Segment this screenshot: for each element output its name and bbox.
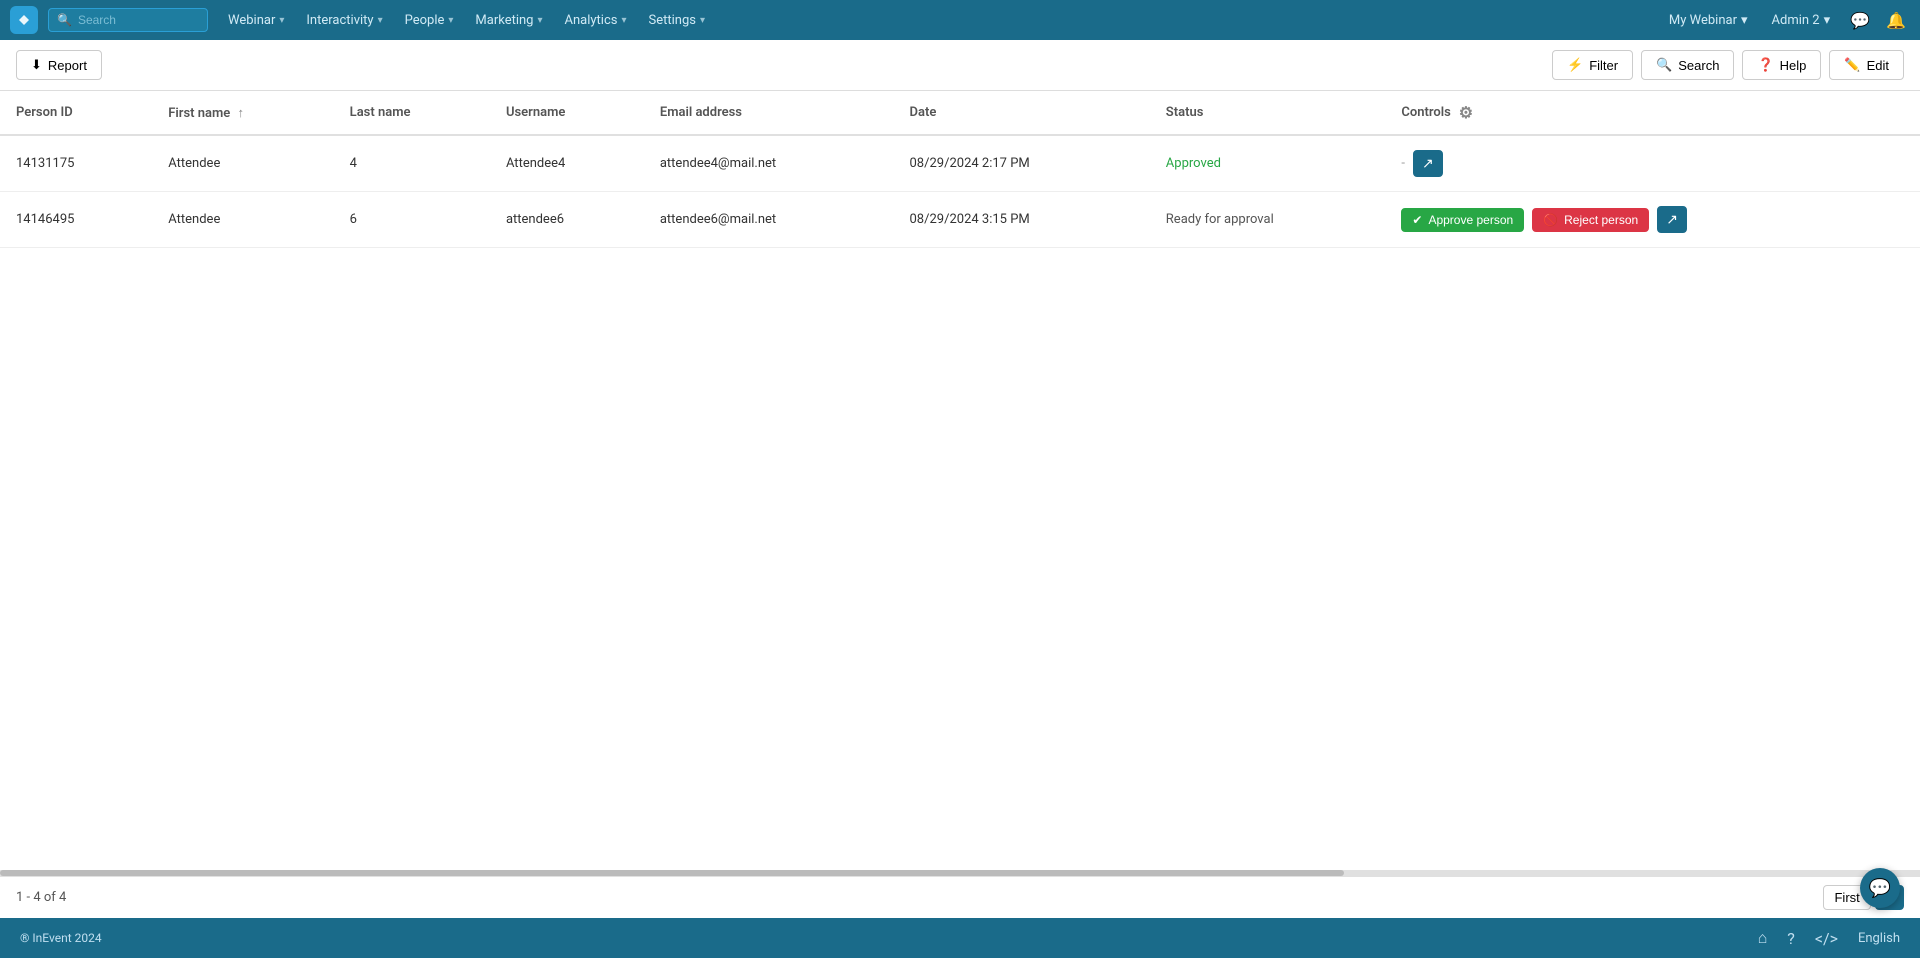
col-status: Status xyxy=(1150,91,1386,135)
col-controls: Controls ⚙ xyxy=(1385,91,1920,134)
cell-controls: -↗ xyxy=(1385,136,1920,191)
no-controls: - xyxy=(1401,156,1405,171)
top-navigation: 🔍 Webinar ▾ Interactivity ▾ People ▾ Mar… xyxy=(0,0,1920,40)
pagination-info: 1 - 4 of 4 xyxy=(16,890,66,905)
home-icon[interactable]: ⌂ xyxy=(1758,928,1768,948)
cell-first-name: Attendee xyxy=(152,192,333,248)
nav-search-box[interactable]: 🔍 xyxy=(48,8,208,32)
table-header-row: Person ID First name ↑ Last name Usernam… xyxy=(0,91,1920,135)
chevron-down-icon: ▾ xyxy=(378,15,383,26)
cell-person-id: 14146495 xyxy=(0,192,152,248)
pagination-bar: 1 - 4 of 4 First 1 xyxy=(0,876,1920,918)
approve-person-button[interactable]: ✔ Approve person xyxy=(1401,208,1524,232)
chevron-down-icon: ▾ xyxy=(448,15,453,26)
people-table: Person ID First name ↑ Last name Usernam… xyxy=(0,91,1920,248)
chevron-down-icon: ▾ xyxy=(279,15,284,26)
nav-item-people[interactable]: People ▾ xyxy=(395,7,464,34)
open-record-button[interactable]: ↗ xyxy=(1657,206,1687,233)
download-icon: ⬇ xyxy=(31,57,42,73)
filter-icon: ⚡ xyxy=(1567,57,1583,73)
sort-icon: ↑ xyxy=(238,106,245,121)
cell-controls: ✔ Approve person 🚫 Reject person ↗ xyxy=(1385,192,1920,247)
cell-username: attendee6 xyxy=(490,192,644,248)
search-button[interactable]: 🔍 Search xyxy=(1641,50,1734,80)
gear-icon[interactable]: ⚙ xyxy=(1459,103,1473,122)
ban-icon: 🚫 xyxy=(1543,213,1558,227)
nav-item-settings[interactable]: Settings ▾ xyxy=(639,7,716,34)
chat-bubble-button[interactable]: 💬 xyxy=(1860,868,1900,908)
admin-menu[interactable]: Admin 2 ▾ xyxy=(1764,9,1839,32)
search-icon: 🔍 xyxy=(1656,57,1672,73)
col-person-id: Person ID xyxy=(0,91,152,135)
chevron-down-icon: ▾ xyxy=(700,15,705,26)
chat-icon: 💬 xyxy=(1869,878,1891,899)
table-row: 14131175 Attendee 4 Attendee4 attendee4@… xyxy=(0,135,1920,192)
table-row: 14146495 Attendee 6 attendee6 attendee6@… xyxy=(0,192,1920,248)
filter-button[interactable]: ⚡ Filter xyxy=(1552,50,1633,80)
col-last-name: Last name xyxy=(334,91,490,135)
cell-status: Ready for approval xyxy=(1150,192,1386,248)
cell-last-name: 4 xyxy=(334,135,490,192)
chevron-down-icon: ▾ xyxy=(622,15,627,26)
table-container: Person ID First name ↑ Last name Usernam… xyxy=(0,91,1920,870)
nav-item-analytics[interactable]: Analytics ▾ xyxy=(555,7,637,34)
footer: ® InEvent 2024 ⌂ ? </> English xyxy=(0,918,1920,958)
open-record-button[interactable]: ↗ xyxy=(1413,150,1443,177)
app-logo xyxy=(10,6,38,34)
code-icon[interactable]: </> xyxy=(1815,929,1838,948)
footer-icons: ⌂ ? </> English xyxy=(1758,928,1900,948)
chevron-down-icon: ▾ xyxy=(1741,13,1748,28)
nav-right-section: My Webinar ▾ Admin 2 ▾ 💬 🔔 xyxy=(1661,7,1910,34)
message-icon[interactable]: 💬 xyxy=(1846,7,1874,34)
nav-menu: Webinar ▾ Interactivity ▾ People ▾ Marke… xyxy=(218,7,715,34)
cell-date: 08/29/2024 3:15 PM xyxy=(894,192,1150,248)
help-button[interactable]: ❓ Help xyxy=(1742,50,1821,80)
question-icon[interactable]: ? xyxy=(1787,929,1795,948)
webinar-selector[interactable]: My Webinar ▾ xyxy=(1661,9,1756,32)
col-email: Email address xyxy=(644,91,894,135)
cell-status: Approved xyxy=(1150,135,1386,192)
chevron-down-icon: ▾ xyxy=(1824,13,1831,28)
cell-date: 08/29/2024 2:17 PM xyxy=(894,135,1150,192)
cell-email: attendee4@mail.net xyxy=(644,135,894,192)
nav-item-marketing[interactable]: Marketing ▾ xyxy=(465,7,552,34)
cell-person-id: 14131175 xyxy=(0,135,152,192)
nav-search-input[interactable] xyxy=(78,13,198,27)
nav-item-webinar[interactable]: Webinar ▾ xyxy=(218,7,294,34)
chevron-down-icon: ▾ xyxy=(537,15,542,26)
report-button[interactable]: ⬇ Report xyxy=(16,50,102,80)
cell-email: attendee6@mail.net xyxy=(644,192,894,248)
reject-person-button[interactable]: 🚫 Reject person xyxy=(1532,208,1649,232)
toolbar-right: ⚡ Filter 🔍 Search ❓ Help ✏️ Edit xyxy=(1552,50,1904,80)
col-date: Date xyxy=(894,91,1150,135)
col-first-name[interactable]: First name ↑ xyxy=(152,91,333,135)
language-selector[interactable]: English xyxy=(1858,931,1900,946)
help-icon: ❓ xyxy=(1757,57,1773,73)
cell-last-name: 6 xyxy=(334,192,490,248)
toolbar: ⬇ Report ⚡ Filter 🔍 Search ❓ Help ✏️ Edi… xyxy=(0,40,1920,91)
nav-item-interactivity[interactable]: Interactivity ▾ xyxy=(296,7,392,34)
search-icon: 🔍 xyxy=(57,13,72,27)
footer-copyright: ® InEvent 2024 xyxy=(20,931,102,945)
cell-first-name: Attendee xyxy=(152,135,333,192)
col-username: Username xyxy=(490,91,644,135)
edit-button[interactable]: ✏️ Edit xyxy=(1829,50,1904,80)
check-icon: ✔ xyxy=(1412,213,1422,227)
edit-icon: ✏️ xyxy=(1844,57,1860,73)
cell-username: Attendee4 xyxy=(490,135,644,192)
notification-icon[interactable]: 🔔 xyxy=(1882,7,1910,34)
